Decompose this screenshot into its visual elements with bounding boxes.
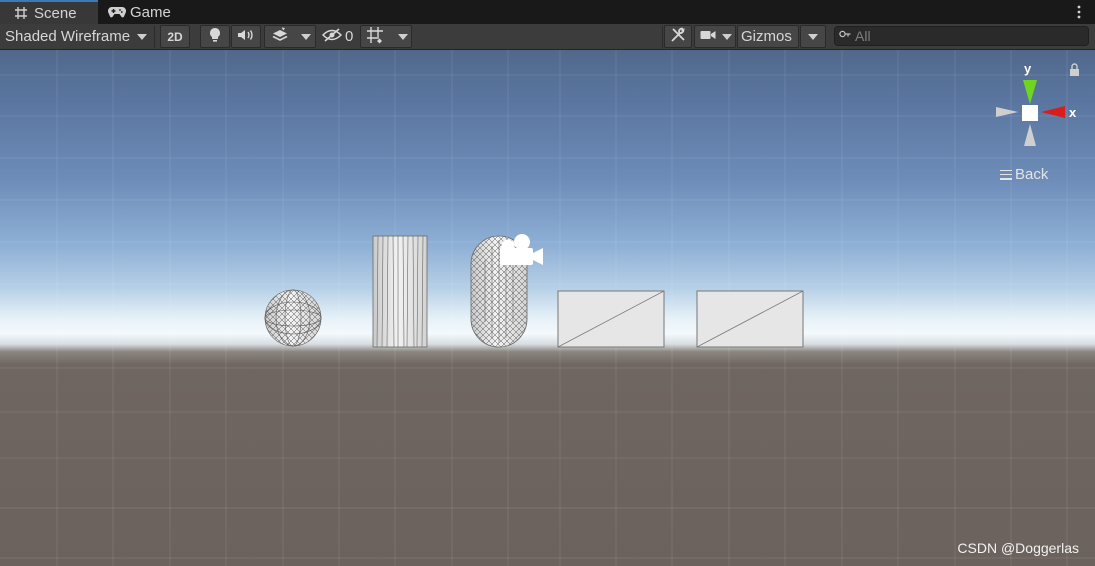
tools-wrench-icon <box>670 27 686 47</box>
view-back-button[interactable]: Back <box>1000 166 1048 183</box>
effects-layers-icon <box>271 26 289 47</box>
watermark-text: CSDN @Doggerlas <box>957 540 1079 556</box>
gizmo-center-cube[interactable] <box>1022 105 1038 121</box>
axis-y-cone[interactable] <box>1023 80 1037 104</box>
toggle-2d-button[interactable]: 2D <box>160 25 190 48</box>
divider <box>154 26 155 48</box>
lightbulb-icon <box>209 27 221 47</box>
gamepad-icon <box>108 3 126 21</box>
view-back-label: Back <box>1015 166 1049 183</box>
scene-window: Scene Game Shaded Wireframe 2D 0 Gizmos … <box>0 0 1095 566</box>
tab-bar: Scene Game <box>0 0 1095 24</box>
gizmos-label: Gizmos <box>741 28 792 45</box>
draw-mode-dropdown[interactable]: Shaded Wireframe <box>0 25 152 48</box>
tab-scene-label: Scene <box>34 4 77 22</box>
grid-hash-icon <box>12 4 30 22</box>
scene-toolbar: Shaded Wireframe 2D 0 Gizmos All <box>0 24 1095 50</box>
cube-object[interactable] <box>557 290 665 348</box>
search-input[interactable] <box>851 28 1075 44</box>
hidden-objects-toggle[interactable]: 0 <box>320 25 356 48</box>
axis-x-label: x <box>1069 105 1077 120</box>
search-icon <box>839 27 851 45</box>
grid-snap-icon <box>366 26 384 48</box>
axis-neg-y-cone[interactable] <box>1024 124 1036 146</box>
effects-dropdown[interactable] <box>264 25 316 48</box>
lock-icon[interactable] <box>1070 63 1079 76</box>
eye-slash-icon <box>321 27 343 46</box>
hidden-count: 0 <box>345 28 354 45</box>
scene-viewport[interactable]: y x Back CSDN @Doggerlas <box>0 50 1095 566</box>
gizmos-toggle[interactable]: Gizmos <box>737 25 799 48</box>
tab-scene[interactable]: Scene <box>0 0 98 24</box>
axis-x-cone[interactable] <box>1041 106 1065 118</box>
scene-objects <box>264 234 804 348</box>
kebab-menu-icon[interactable] <box>1073 3 1085 21</box>
chevron-down-icon <box>137 33 147 40</box>
camera-settings-dropdown[interactable] <box>694 25 736 48</box>
axis-neg-x-cone[interactable] <box>996 107 1018 117</box>
cylinder-object[interactable] <box>372 235 428 348</box>
orientation-gizmo[interactable]: y x <box>990 60 1090 150</box>
grid-snap-dropdown[interactable] <box>360 25 412 48</box>
search-field[interactable] <box>834 26 1089 46</box>
audio-toggle[interactable] <box>231 25 261 48</box>
sphere-object[interactable] <box>264 289 322 347</box>
chevron-down-icon[interactable] <box>722 33 732 40</box>
toggle-2d-label: 2D <box>167 29 183 44</box>
chevron-down-icon <box>808 33 818 40</box>
cube-object[interactable] <box>696 290 804 348</box>
draw-mode-label: Shaded Wireframe <box>5 28 131 45</box>
hamburger-icon <box>1000 169 1012 180</box>
divider <box>662 26 663 48</box>
lighting-toggle[interactable] <box>200 25 230 48</box>
chevron-down-icon[interactable] <box>398 33 408 40</box>
tab-game[interactable]: Game <box>106 0 198 24</box>
video-camera-icon <box>700 28 716 45</box>
tab-game-label: Game <box>130 3 171 21</box>
axis-y-label: y <box>1024 61 1032 76</box>
gizmos-dropdown[interactable] <box>800 25 826 48</box>
scene-tools-button[interactable] <box>664 25 692 48</box>
chevron-down-icon[interactable] <box>301 33 311 40</box>
speaker-icon <box>237 28 255 46</box>
